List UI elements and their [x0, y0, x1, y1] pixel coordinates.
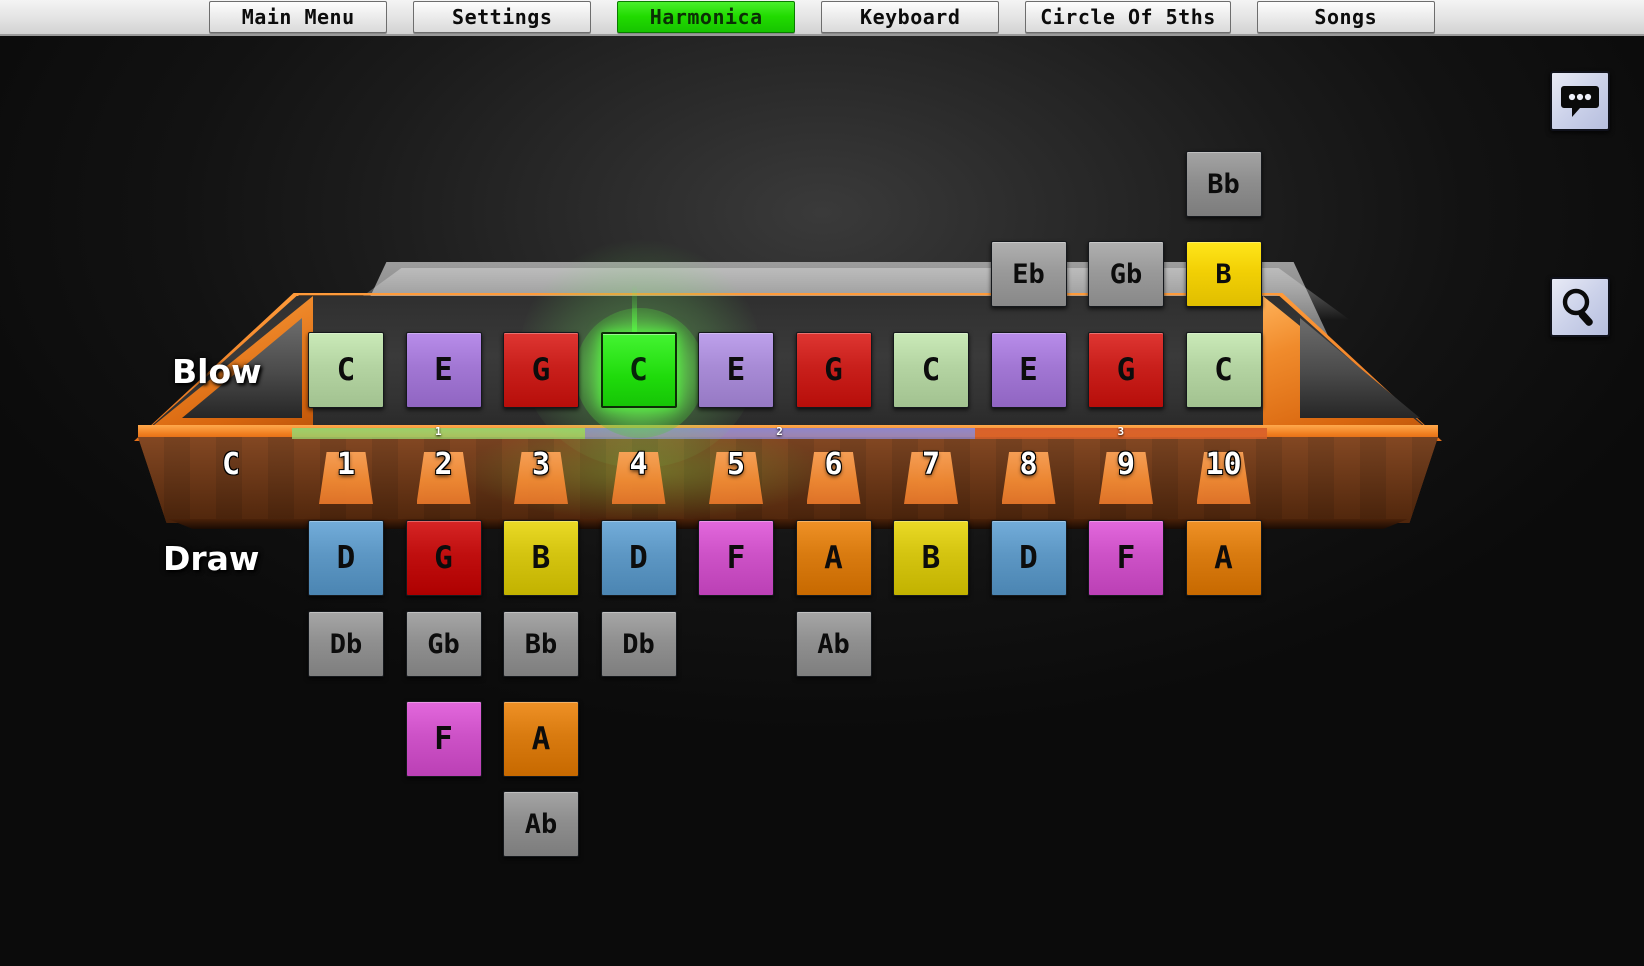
note-grid: Bb Eb Gb B C E G C E G C E G C D G B D F A B D F A Db Gb Bb Db Ab F A A… — [0, 0, 1644, 966]
note-button-bend_3-3[interactable]: Ab — [503, 791, 579, 857]
note-button-draw-10[interactable]: A — [1185, 520, 1262, 596]
note-button-draw-8[interactable]: D — [990, 520, 1067, 596]
hole-number-8[interactable]: 8 — [981, 447, 1077, 482]
note-button-overblow_1-10[interactable]: B — [1185, 241, 1262, 307]
note-button-blow-5[interactable]: E — [698, 332, 774, 408]
note-button-blow-3[interactable]: G — [503, 332, 579, 408]
note-button-bend_2-2[interactable]: F — [405, 701, 482, 777]
note-button-overblow_2-10[interactable]: Bb — [1185, 151, 1262, 217]
note-button-blow-2[interactable]: E — [405, 332, 482, 408]
note-button-blow-6[interactable]: G — [795, 332, 872, 408]
note-button-blow-10[interactable]: C — [1185, 332, 1262, 408]
note-button-draw-7[interactable]: B — [893, 520, 969, 596]
note-button-bend_1-4[interactable]: Db — [600, 611, 677, 677]
hole-number-5[interactable]: 5 — [688, 447, 784, 482]
note-button-blow-7[interactable]: C — [893, 332, 969, 408]
hole-number-10[interactable]: 10 — [1176, 447, 1272, 482]
note-button-blow-8[interactable]: E — [990, 332, 1067, 408]
note-button-overblow_1-8[interactable]: Eb — [990, 241, 1067, 307]
search-icon[interactable] — [1550, 277, 1610, 337]
chat-icon[interactable] — [1550, 71, 1610, 131]
nav-tab-settings[interactable]: Settings — [413, 1, 592, 33]
note-button-blow-9[interactable]: G — [1088, 332, 1164, 408]
note-button-draw-3[interactable]: B — [503, 520, 579, 596]
note-button-overblow_1-9[interactable]: Gb — [1088, 241, 1164, 307]
chat-bubble-glyph — [1561, 86, 1599, 117]
note-button-blow-1[interactable]: C — [308, 332, 384, 408]
hole-number-7[interactable]: 7 — [883, 447, 979, 482]
hole-number-9[interactable]: 9 — [1078, 447, 1174, 482]
hole-number-4[interactable]: 4 — [591, 447, 687, 482]
note-button-bend_2-3[interactable]: A — [503, 701, 579, 777]
nav-tab-songs[interactable]: Songs — [1256, 1, 1435, 33]
note-button-draw-4[interactable]: D — [600, 520, 677, 596]
draw-row-label: Draw — [163, 539, 260, 578]
harmonica-key-label: C — [222, 447, 241, 482]
nav-tab-harmonica[interactable]: Harmonica — [617, 1, 796, 33]
note-button-draw-2[interactable]: G — [405, 520, 482, 596]
note-button-draw-9[interactable]: F — [1088, 520, 1164, 596]
blow-row-label: Blow — [172, 352, 262, 391]
note-button-bend_1-6[interactable]: Ab — [795, 611, 872, 677]
nav-tab-main-menu[interactable]: Main Menu — [209, 1, 388, 33]
hole-number-1[interactable]: 1 — [298, 447, 394, 482]
note-button-bend_1-1[interactable]: Db — [308, 611, 384, 677]
top-navigation-bar: Main Menu Settings Harmonica Keyboard Circle… — [0, 0, 1644, 36]
harmonica-app: Main Menu Settings Harmonica Keyboard Circle… — [0, 0, 1644, 966]
note-button-draw-6[interactable]: A — [795, 520, 872, 596]
hole-number-2[interactable]: 2 — [396, 447, 492, 482]
nav-tab-circle-of-5ths[interactable]: Circle Of 5ths — [1025, 1, 1231, 33]
note-button-draw-5[interactable]: F — [698, 520, 774, 596]
nav-tab-keyboard[interactable]: Keyboard — [821, 1, 1000, 33]
note-button-bend_1-3[interactable]: Bb — [503, 611, 579, 677]
note-button-blow-4[interactable]: C — [600, 332, 677, 408]
hole-number-6[interactable]: 6 — [786, 447, 882, 482]
note-button-bend_1-2[interactable]: Gb — [405, 611, 482, 677]
hole-number-3[interactable]: 3 — [493, 447, 589, 482]
note-button-draw-1[interactable]: D — [308, 520, 384, 596]
magnifier-glyph — [1562, 288, 1593, 326]
